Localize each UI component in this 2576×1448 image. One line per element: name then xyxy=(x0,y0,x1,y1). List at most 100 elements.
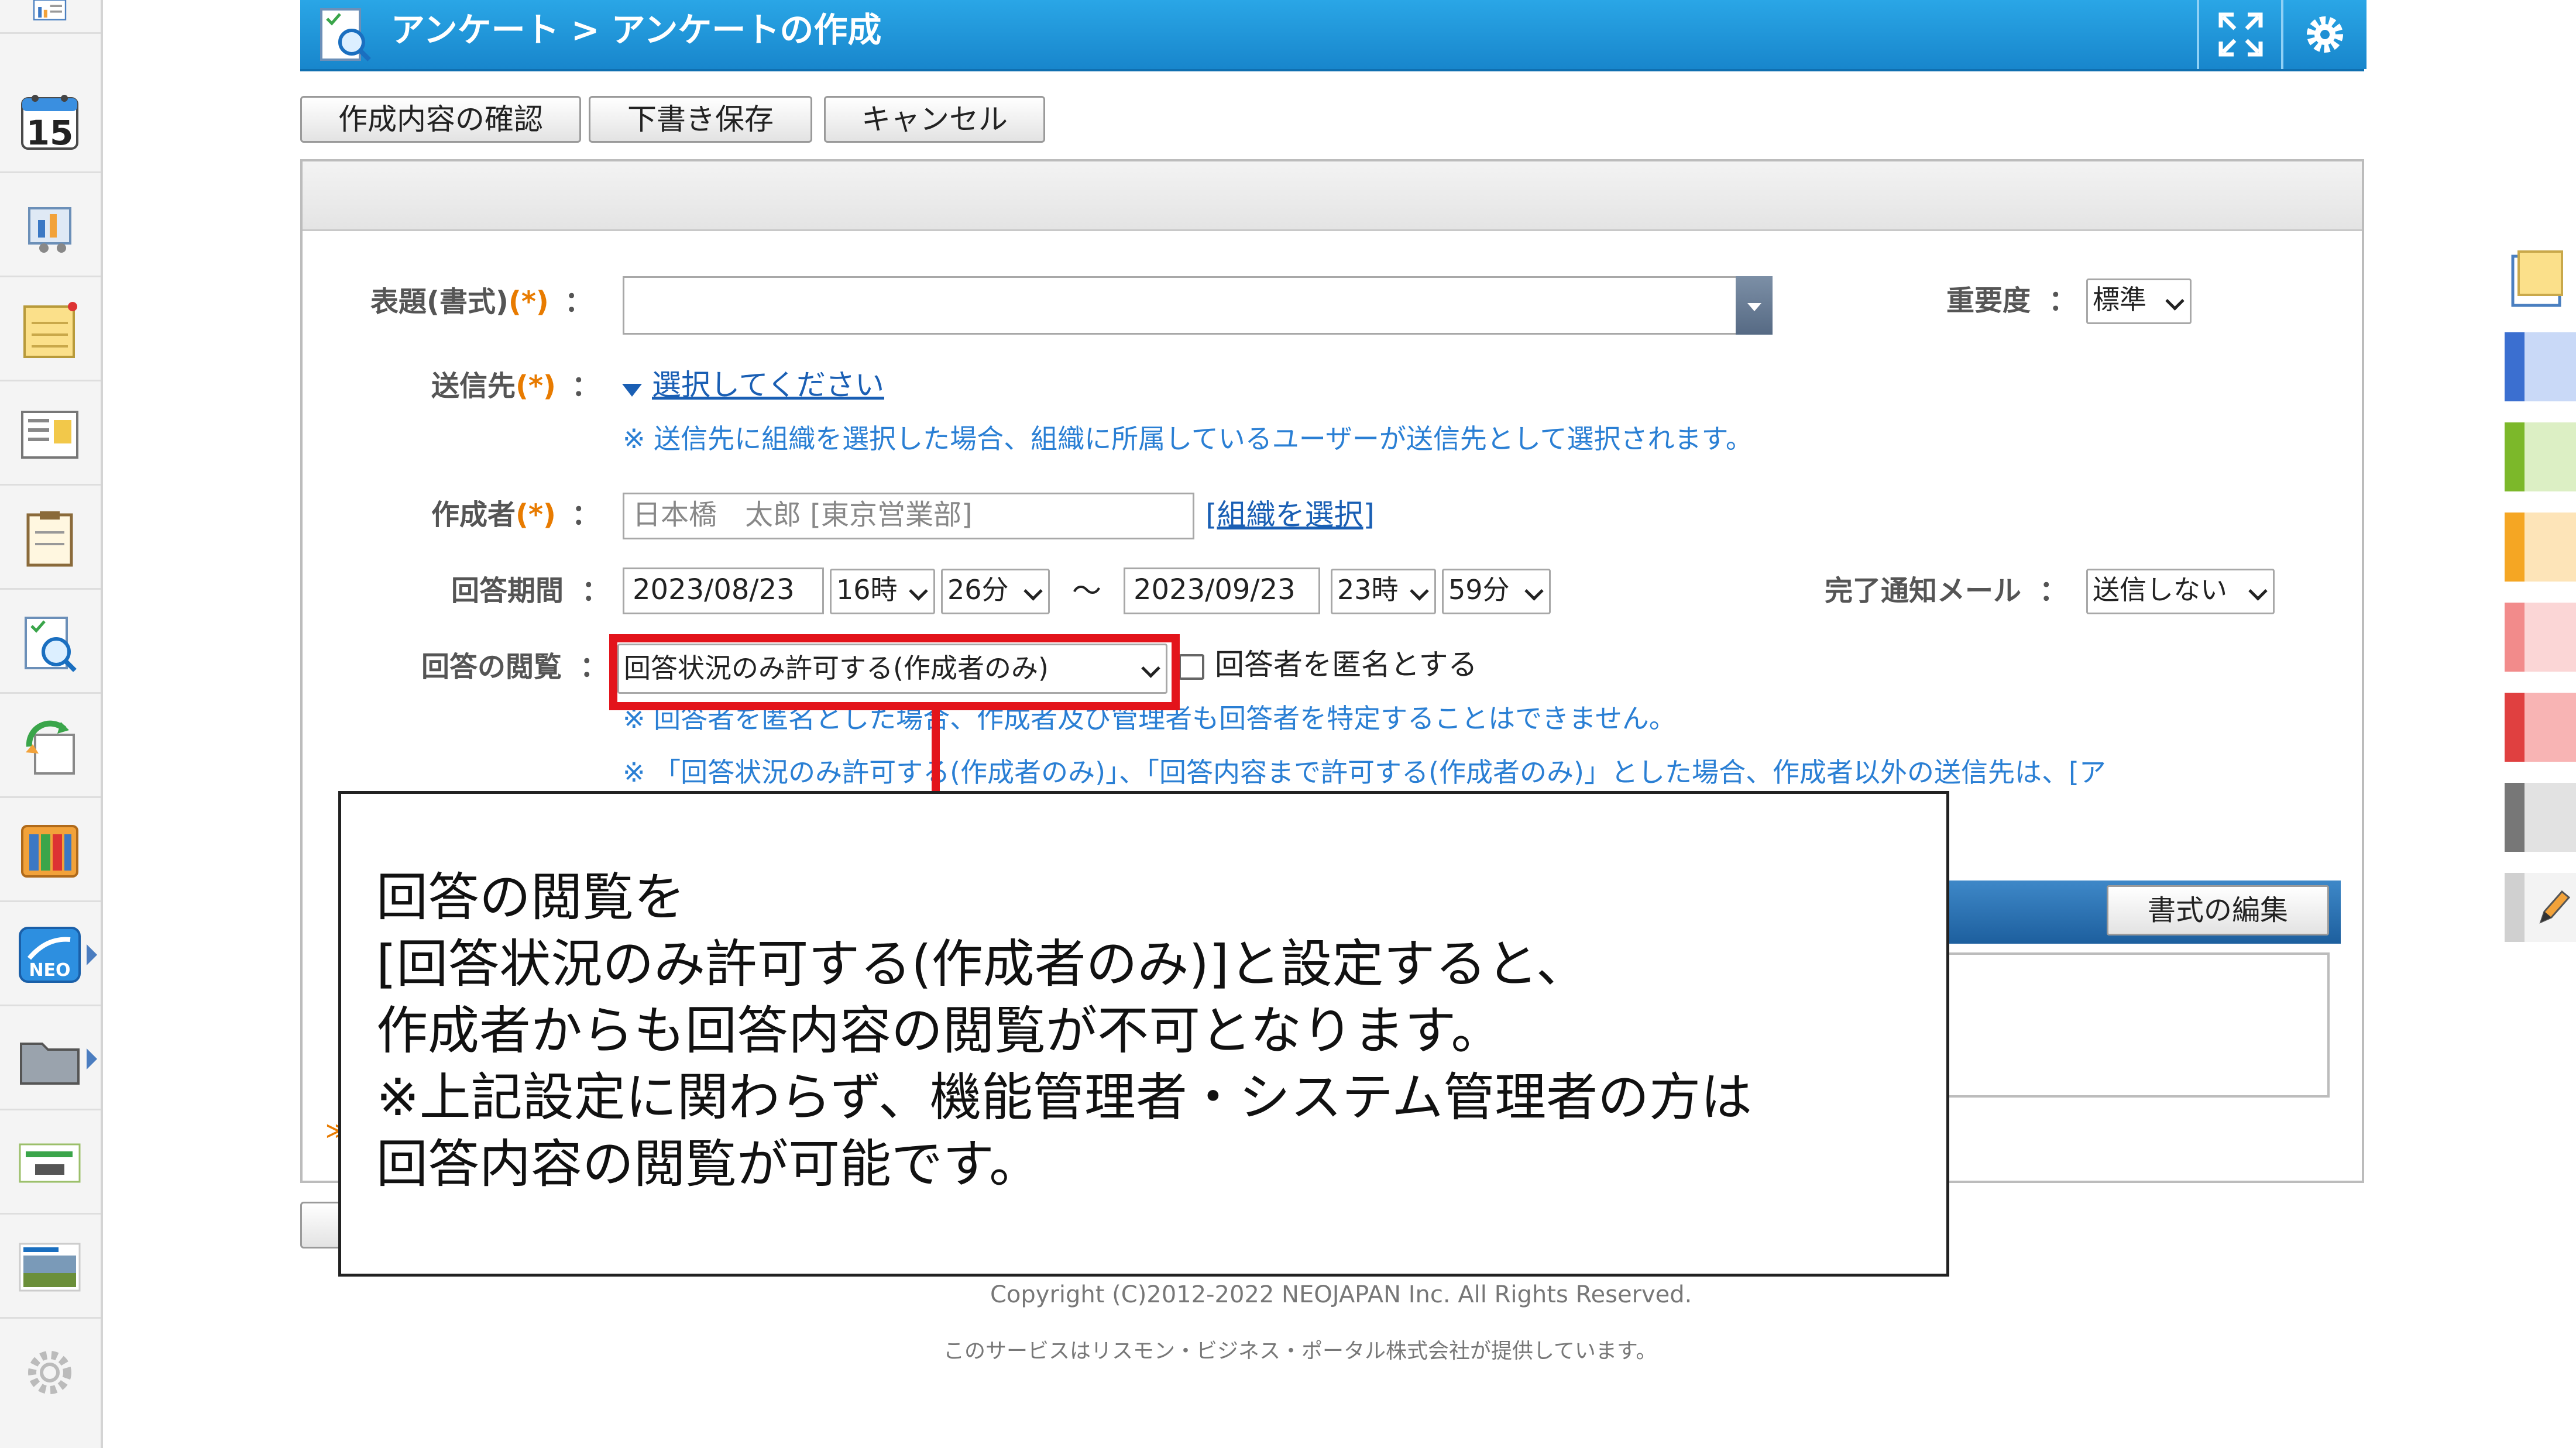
view-note: ※ 「回答状況のみ許可する(作成者のみ)」、「回答内容まで許可する(作成者のみ)… xyxy=(623,756,2106,788)
color-tab-edit[interactable] xyxy=(2505,873,2576,942)
notify-label-text: 完了通知メール xyxy=(1825,575,2022,607)
sidebar-item-clipboard[interactable] xyxy=(0,486,101,590)
sidebar-item-folder[interactable] xyxy=(0,1006,101,1110)
view-label-text: 回答の閲覧 xyxy=(421,651,562,683)
end-hour-value: 23時 xyxy=(1337,574,1399,606)
neo-icon: NEO xyxy=(19,927,81,983)
color-tab-red[interactable] xyxy=(2505,693,2576,762)
pencil-icon xyxy=(2539,890,2570,924)
fullscreen-icon xyxy=(2218,12,2263,57)
color-tab-blue[interactable] xyxy=(2505,332,2576,401)
sidebar-item-survey[interactable] xyxy=(0,590,101,694)
required-mark: (*) xyxy=(516,498,556,531)
notify-select[interactable]: 送信しない xyxy=(2086,569,2275,614)
priority-select[interactable]: 標準 xyxy=(2086,278,2192,324)
service-provider-text: このサービスはリスモン・ビジネス・ポータル株式会社が提供しています。 xyxy=(943,1339,1657,1363)
title-dropdown-button[interactable] xyxy=(1736,276,1773,335)
sticky-note-icon[interactable] xyxy=(2508,246,2567,310)
app-sidebar: 15 NEO xyxy=(0,0,103,1448)
start-hour-select[interactable]: 16時 xyxy=(830,569,935,614)
save-draft-button[interactable]: 下書き保存 xyxy=(589,96,812,143)
sidebar-item-reports[interactable] xyxy=(0,0,101,34)
author-field: 日本橋 太郎 [東京営業部] xyxy=(623,493,1194,539)
caret-down-icon[interactable] xyxy=(622,384,642,397)
priority-label: 重要度 ： xyxy=(1946,283,2077,318)
expand-arrow-icon[interactable] xyxy=(87,1048,97,1069)
title-input[interactable] xyxy=(623,276,1773,335)
period-label: 回答期間 ： xyxy=(451,573,610,608)
sidebar-item-banner-1[interactable] xyxy=(0,1110,101,1215)
annotation-callout: 回答の閲覧を [回答状況のみ許可する(作成者のみ)]と設定すると、 作成者からも… xyxy=(338,791,1949,1277)
page-title: アンケート > アンケートの作成 xyxy=(391,10,882,50)
color-tab-orange[interactable] xyxy=(2505,513,2576,582)
chevron-down-icon xyxy=(2248,582,2268,601)
highlight-box xyxy=(609,634,1180,710)
callout-line: 回答内容の閲覧が可能です。 xyxy=(376,1134,1041,1194)
callout-line: 回答の閲覧を xyxy=(376,867,686,927)
banner-photo-icon xyxy=(19,1243,81,1292)
settings-button[interactable] xyxy=(2281,0,2367,69)
color-tab-gray[interactable] xyxy=(2505,783,2576,852)
clipboard-icon xyxy=(26,511,73,567)
callout-connector xyxy=(932,710,940,793)
survey-icon xyxy=(320,8,371,61)
author-label: 作成者(*) ： xyxy=(431,497,600,532)
sidebar-item-neo[interactable]: NEO xyxy=(0,902,101,1006)
chevron-down-icon xyxy=(2165,291,2185,311)
required-mark: (*) xyxy=(508,286,549,318)
gear-icon xyxy=(28,1351,71,1394)
chevron-down-icon xyxy=(1747,303,1761,311)
color-tab-pink[interactable] xyxy=(2505,603,2576,672)
anonymous-label: 回答者を匿名とする xyxy=(1215,648,1478,682)
calendar-day: 15 xyxy=(26,113,74,153)
notify-value: 送信しない xyxy=(2093,574,2227,606)
priority-value: 標準 xyxy=(2093,284,2146,315)
colon: ： xyxy=(581,575,610,607)
sidebar-item-memo[interactable] xyxy=(0,277,101,381)
sidebar-item-workflow[interactable] xyxy=(0,694,101,798)
sidebar-item-schedule[interactable]: 15 xyxy=(0,69,101,173)
workflow-icon xyxy=(26,720,75,775)
chevron-down-icon xyxy=(909,582,928,601)
color-tab-green[interactable] xyxy=(2505,422,2576,491)
start-date-input[interactable]: 2023/08/23 xyxy=(623,567,824,614)
end-minute-select[interactable]: 59分 xyxy=(1442,569,1551,614)
cancel-button[interactable]: キャンセル xyxy=(824,96,1045,143)
colon: ： xyxy=(2039,575,2067,607)
select-org-link[interactable]: [組織を選択] xyxy=(1205,497,1375,532)
sidebar-item-banner-2[interactable] xyxy=(0,1215,101,1319)
end-hour-select[interactable]: 23時 xyxy=(1331,569,1436,614)
report-icon xyxy=(33,0,67,20)
select-recipient-link[interactable]: 選択してください xyxy=(652,367,884,403)
start-minute-value: 26分 xyxy=(947,574,1009,606)
sidebar-item-cabinet[interactable] xyxy=(0,798,101,902)
start-minute-select[interactable]: 26分 xyxy=(941,569,1050,614)
callout-line: ※上記設定に関わらず、機能管理者・システム管理者の方は xyxy=(376,1067,1753,1127)
survey-icon xyxy=(25,617,77,672)
cabinet-icon xyxy=(21,825,78,878)
anonymous-checkbox[interactable] xyxy=(1179,654,1204,680)
sidebar-item-facility[interactable] xyxy=(0,173,101,277)
fullscreen-button[interactable] xyxy=(2197,0,2282,69)
sidebar-item-bulletin[interactable] xyxy=(0,381,101,486)
recipient-label-text: 送信先 xyxy=(431,370,516,403)
required-mark: (*) xyxy=(516,370,556,403)
colon: ： xyxy=(2048,284,2077,317)
title-label: 表題(書式)(*) ： xyxy=(370,284,593,319)
callout-line: [回答状況のみ許可する(作成者のみ)]と設定すると、 xyxy=(376,934,1588,994)
expand-arrow-icon[interactable] xyxy=(87,944,97,965)
period-label-text: 回答期間 xyxy=(451,575,564,607)
sidebar-item-settings[interactable] xyxy=(0,1319,101,1423)
format-edit-button[interactable]: 書式の編集 xyxy=(2107,885,2329,935)
svg-text:NEO: NEO xyxy=(29,960,70,981)
title-label-text: 表題(書式) xyxy=(370,286,509,318)
copyright-text: Copyright (C)2012-2022 NEOJAPAN Inc. All… xyxy=(990,1281,1692,1308)
confirm-button[interactable]: 作成内容の確認 xyxy=(300,96,581,143)
bulletin-icon xyxy=(21,411,78,459)
colon: ： xyxy=(564,286,593,318)
colon: ： xyxy=(571,370,600,403)
chevron-down-icon xyxy=(1524,582,1544,601)
range-tilde: ～ xyxy=(1072,574,1101,608)
end-date-input[interactable]: 2023/09/23 xyxy=(1124,567,1320,614)
colon: ： xyxy=(579,651,608,683)
